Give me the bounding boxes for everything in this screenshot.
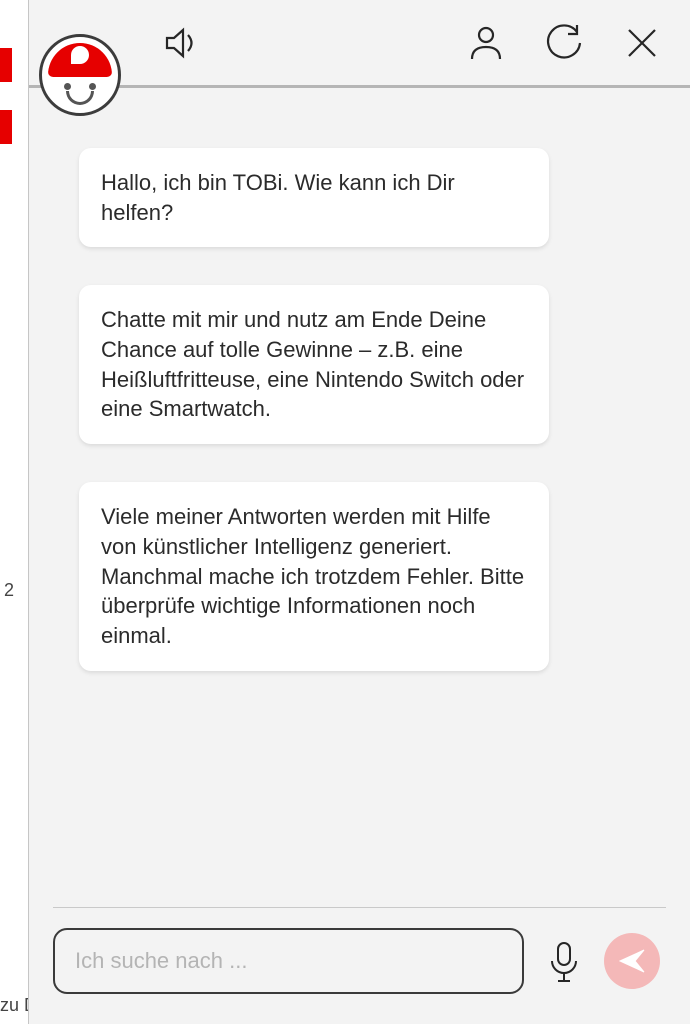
tobi-avatar (39, 34, 121, 116)
message-text: Chatte mit mir und nutz am Ende Deine Ch… (101, 307, 524, 421)
message-text: Viele meiner Antworten werden mit Hilfe … (101, 504, 524, 648)
bot-message: Chatte mit mir und nutz am Ende Deine Ch… (79, 285, 549, 444)
refresh-icon[interactable] (542, 21, 586, 65)
message-text: Hallo, ich bin TOBi. Wie kann ich Dir he… (101, 170, 455, 225)
person-icon[interactable] (464, 21, 508, 65)
message-list: Hallo, ich bin TOBi. Wie kann ich Dir he… (29, 88, 690, 907)
send-button[interactable] (604, 933, 660, 989)
header-right (464, 21, 664, 65)
chat-panel: Hallo, ich bin TOBi. Wie kann ich Dir he… (28, 0, 690, 1024)
bot-message: Hallo, ich bin TOBi. Wie kann ich Dir he… (79, 148, 549, 247)
sound-icon[interactable] (159, 21, 203, 65)
header-left (39, 2, 203, 84)
chat-header (29, 0, 690, 88)
microphone-icon[interactable] (542, 939, 586, 983)
bot-message: Viele meiner Antworten werden mit Hilfe … (79, 482, 549, 670)
message-input[interactable] (53, 928, 524, 994)
input-area (53, 907, 666, 1024)
close-icon[interactable] (620, 21, 664, 65)
